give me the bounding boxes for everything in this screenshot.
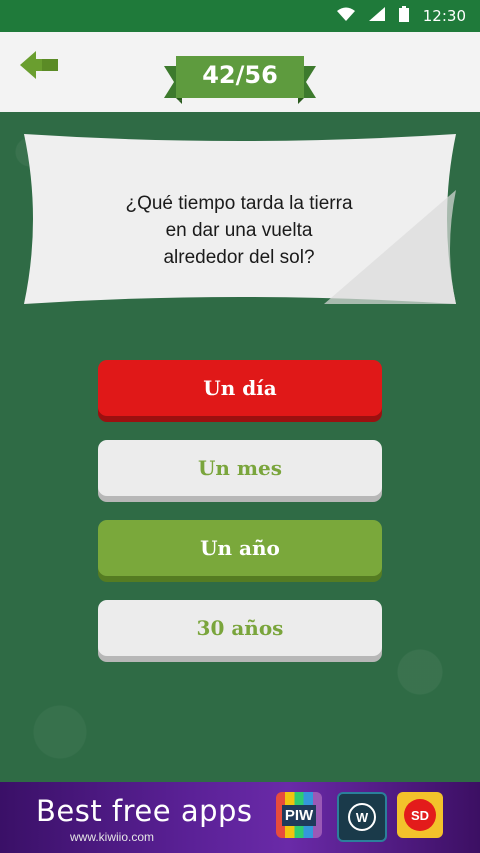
answer-option-3[interactable]: Un año bbox=[98, 520, 382, 576]
back-button[interactable] bbox=[18, 48, 62, 82]
ad-title: Best free apps bbox=[36, 794, 253, 828]
w-app-icon[interactable]: W bbox=[337, 792, 387, 842]
ad-subtitle: www.kiwiio.com bbox=[70, 830, 155, 844]
battery-icon bbox=[398, 6, 409, 26]
counter-text: 42/56 bbox=[202, 61, 278, 89]
sd-app-icon[interactable]: SD bbox=[397, 792, 443, 838]
wifi-icon bbox=[336, 7, 355, 25]
ad-banner[interactable]: Best free apps www.kiwiio.com PIW W SD bbox=[0, 782, 480, 853]
status-bar: 12:30 bbox=[0, 0, 480, 32]
question-line: en dar una vuelta bbox=[165, 220, 313, 241]
piw-app-icon[interactable]: PIW bbox=[276, 792, 322, 838]
quiz-area: ¿Qué tiempo tarda la tierra en dar una v… bbox=[0, 112, 480, 782]
question-line: alrededor del sol? bbox=[163, 247, 315, 268]
question-text: ¿Qué tiempo tarda la tierra en dar una v… bbox=[94, 190, 384, 271]
app-label: PIW bbox=[281, 804, 317, 826]
app-label: W bbox=[348, 803, 376, 831]
question-line: ¿Qué tiempo tarda la tierra bbox=[125, 193, 353, 214]
app-label: SD bbox=[404, 799, 436, 831]
answer-option-1[interactable]: Un día bbox=[98, 360, 382, 416]
back-arrow-icon bbox=[20, 51, 58, 79]
answer-option-2[interactable]: Un mes bbox=[98, 440, 382, 496]
question-card: ¿Qué tiempo tarda la tierra en dar una v… bbox=[24, 130, 456, 308]
status-time: 12:30 bbox=[422, 7, 466, 25]
signal-icon bbox=[368, 7, 385, 25]
answer-option-4[interactable]: 30 años bbox=[98, 600, 382, 656]
